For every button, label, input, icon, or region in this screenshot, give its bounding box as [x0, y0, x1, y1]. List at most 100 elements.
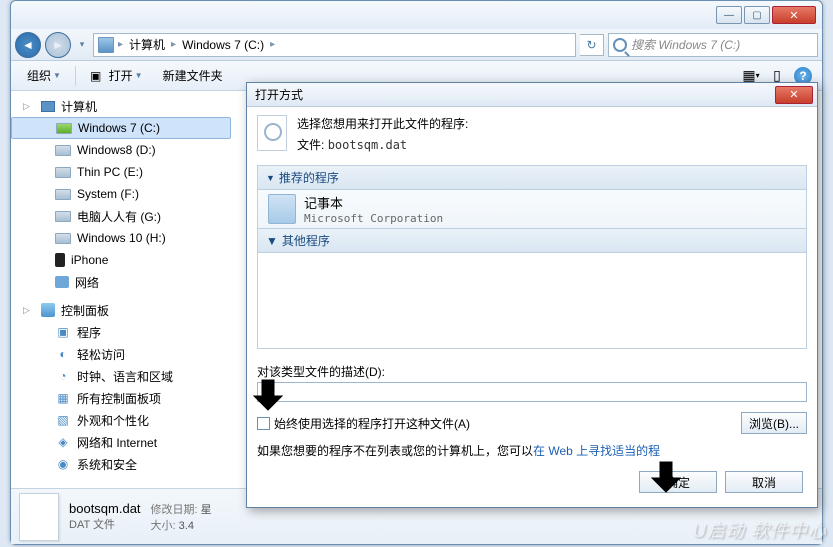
hint-text: 如果您想要的程序不在列表或您的计算机上，您可以 — [257, 444, 533, 458]
program-name: 记事本 — [304, 193, 443, 212]
description-input[interactable] — [257, 382, 807, 402]
drive-icon — [55, 211, 71, 222]
minimize-button[interactable]: — — [716, 6, 742, 24]
refresh-button[interactable]: ↻ — [580, 34, 604, 56]
details-filename: bootsqm.dat — [69, 501, 141, 516]
breadcrumb-drive[interactable]: Windows 7 (C:) — [180, 38, 266, 52]
chevron-right-icon: ▸ — [116, 39, 125, 50]
cp-item-label: 程序 — [77, 324, 101, 341]
sidebar-drive-item[interactable]: System (F:) — [11, 183, 231, 205]
window-title-bar: — ▢ ✕ — [11, 1, 822, 29]
drive-label: Windows8 (D:) — [77, 143, 156, 157]
cp-item-label: 网络和 Internet — [77, 434, 157, 451]
network-icon — [55, 276, 69, 288]
details-filetype: DAT 文件 — [69, 516, 141, 532]
drive-icon — [56, 123, 72, 134]
breadcrumb[interactable]: ▸ 计算机 ▸ Windows 7 (C:) ▸ — [93, 33, 576, 57]
drive-icon — [55, 233, 71, 244]
sidebar-cp-item[interactable]: ◉ 系统和安全 — [11, 453, 231, 475]
cp-item-icon: ◐ — [55, 346, 71, 362]
drive-label: Thin PC (E:) — [77, 165, 143, 179]
collapse-icon: ▼ — [266, 173, 275, 183]
sidebar-drive-item[interactable]: Thin PC (E:) — [11, 161, 231, 183]
sidebar-cp-item[interactable]: ▣ 程序 — [11, 321, 231, 343]
file-thumbnail — [19, 493, 59, 541]
program-vendor: Microsoft Corporation — [304, 212, 443, 225]
cp-item-label: 时钟、语言和区域 — [77, 368, 173, 385]
new-folder-button[interactable]: 新建文件夹 — [155, 64, 231, 87]
drive-label: System (F:) — [77, 187, 139, 201]
nav-forward-button[interactable]: ► — [45, 32, 71, 58]
watermark: U启动 软件中心 — [693, 517, 827, 543]
web-search-link[interactable]: 在 Web 上寻找适当的程 — [533, 444, 660, 458]
other-programs-area — [258, 253, 806, 349]
cp-item-label: 所有控制面板项 — [77, 390, 161, 407]
sidebar-cp-item[interactable]: ▦所有控制面板项 — [11, 387, 231, 409]
sidebar-drive-item[interactable]: Windows 7 (C:) — [11, 117, 231, 139]
cp-item-label: 轻松访问 — [77, 346, 125, 363]
cp-item-icon: ◈ — [55, 434, 71, 450]
description-label: 对该类型文件的描述(D): — [257, 365, 385, 379]
sidebar-drive-item[interactable]: Windows8 (D:) — [11, 139, 231, 161]
ok-button[interactable]: 确定 — [639, 471, 717, 493]
search-icon — [613, 38, 627, 52]
sidebar-iphone[interactable]: iPhone — [11, 249, 231, 271]
drive-label: Windows 7 (C:) — [78, 121, 160, 135]
sidebar-cp-item[interactable]: ▧ 外观和个性化 — [11, 409, 231, 431]
recommended-group-header[interactable]: ▼推荐的程序 — [258, 166, 806, 190]
cp-item-label: 外观和个性化 — [77, 412, 149, 429]
cp-item-icon: ◉ — [55, 456, 71, 472]
sidebar-drive-item[interactable]: Windows 10 (H:) — [11, 227, 231, 249]
dialog-prompt: 选择您想用来打开此文件的程序: — [297, 115, 468, 132]
chevron-down-icon: ▼ — [135, 71, 143, 80]
details-modified-label: 修改日期: — [151, 504, 198, 516]
open-menu[interactable]: ▣ 打开▼ — [82, 64, 151, 87]
browse-button[interactable]: 浏览(B)... — [741, 412, 807, 434]
separator — [75, 66, 76, 86]
sidebar-cp-item[interactable]: ◐ 轻松访问 — [11, 343, 231, 365]
breadcrumb-computer[interactable]: 计算机 — [127, 36, 167, 53]
nav-bar: ◄ ► ▾ ▸ 计算机 ▸ Windows 7 (C:) ▸ ↻ 搜索 Wind… — [11, 29, 822, 61]
file-type-icon — [257, 115, 287, 151]
drive-label: Windows 10 (H:) — [77, 231, 166, 245]
forward-icon: ► — [52, 38, 64, 52]
program-item-notepad[interactable]: 记事本 Microsoft Corporation — [258, 190, 806, 228]
search-input[interactable]: 搜索 Windows 7 (C:) — [608, 33, 818, 57]
always-use-label: 始终使用选择的程序打开这种文件(A) — [274, 415, 470, 432]
nav-back-button[interactable]: ◄ — [15, 32, 41, 58]
nav-history-button[interactable]: ▾ — [75, 36, 89, 54]
sidebar-computer[interactable]: ▷计算机 — [11, 95, 231, 117]
notepad-icon — [268, 194, 296, 224]
cp-item-icon: ▣ — [55, 324, 71, 340]
drive-label: 电脑人人有 (G:) — [77, 208, 161, 225]
dialog-filename: bootsqm.dat — [328, 138, 407, 152]
file-label: 文件: — [297, 138, 324, 152]
other-programs-group-header[interactable]: ▼其他程序 — [258, 228, 806, 253]
sidebar-cp-item[interactable]: ◈ 网络和 Internet — [11, 431, 231, 453]
dialog-close-button[interactable]: ✕ — [775, 86, 813, 104]
sidebar-cp-item[interactable]: ◔时钟、语言和区域 — [11, 365, 231, 387]
sidebar-network[interactable]: 网络 — [11, 271, 231, 293]
drive-icon — [55, 145, 71, 156]
checkbox-icon — [257, 417, 270, 430]
nav-pane: ▷计算机 Windows 7 (C:) Windows8 (D:) Thin PC … — [11, 91, 231, 488]
cp-item-icon: ▧ — [55, 412, 71, 428]
organize-menu[interactable]: 组织▼ — [19, 64, 69, 87]
dialog-title-bar: 打开方式 ✕ — [247, 83, 817, 107]
cancel-button[interactable]: 取消 — [725, 471, 803, 493]
expand-icon: ▼ — [266, 234, 278, 248]
maximize-button[interactable]: ▢ — [744, 6, 770, 24]
computer-icon — [41, 101, 55, 112]
drive-icon — [55, 167, 71, 178]
always-use-checkbox[interactable]: 始终使用选择的程序打开这种文件(A) — [257, 415, 470, 432]
control-panel-icon — [41, 303, 55, 317]
cp-item-label: 系统和安全 — [77, 456, 137, 473]
chevron-right-icon: ▸ — [169, 39, 178, 50]
sidebar-control-panel[interactable]: ▷控制面板 — [11, 299, 231, 321]
details-modified-value: 星 — [201, 504, 212, 516]
window-close-button[interactable]: ✕ — [772, 6, 816, 24]
program-list: ▼推荐的程序 记事本 Microsoft Corporation ▼其他程序 — [257, 165, 807, 349]
drive-icon — [55, 189, 71, 200]
chevron-right-icon: ▸ — [268, 39, 277, 50]
sidebar-drive-item[interactable]: 电脑人人有 (G:) — [11, 205, 231, 227]
